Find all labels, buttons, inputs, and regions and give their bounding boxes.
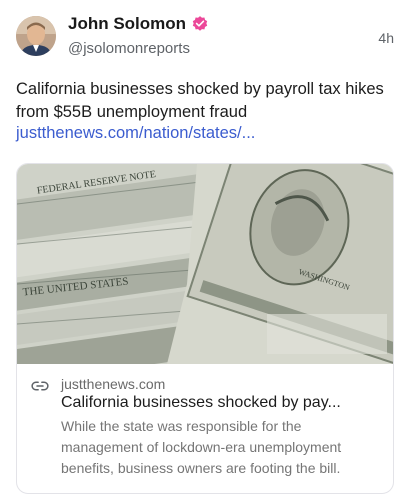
author-name-row: John Solomon bbox=[68, 14, 209, 34]
avatar-image bbox=[16, 16, 56, 56]
post: John Solomon @jsolomonreports 4h Califor… bbox=[0, 0, 410, 500]
card-description: While the state was responsible for the … bbox=[61, 418, 342, 476]
post-text: California businesses shocked by payroll… bbox=[16, 80, 384, 121]
verified-badge-icon bbox=[192, 16, 208, 31]
post-link[interactable]: justthenews.com/nation/states/... bbox=[16, 124, 255, 143]
link-icon bbox=[31, 381, 49, 391]
link-preview-card[interactable]: FEDERAL RESERVE NOTE THE UNITED STATES W… bbox=[16, 163, 394, 494]
post-time: 4h bbox=[378, 30, 394, 46]
card-domain: justthenews.com bbox=[61, 376, 166, 392]
author-handle[interactable]: @jsolomonreports bbox=[68, 40, 190, 57]
author-avatar[interactable] bbox=[16, 16, 56, 56]
author-name[interactable]: John Solomon bbox=[68, 14, 186, 34]
card-title[interactable]: California businesses shocked by pay... bbox=[61, 394, 383, 412]
card-image: FEDERAL RESERVE NOTE THE UNITED STATES W… bbox=[17, 164, 393, 364]
